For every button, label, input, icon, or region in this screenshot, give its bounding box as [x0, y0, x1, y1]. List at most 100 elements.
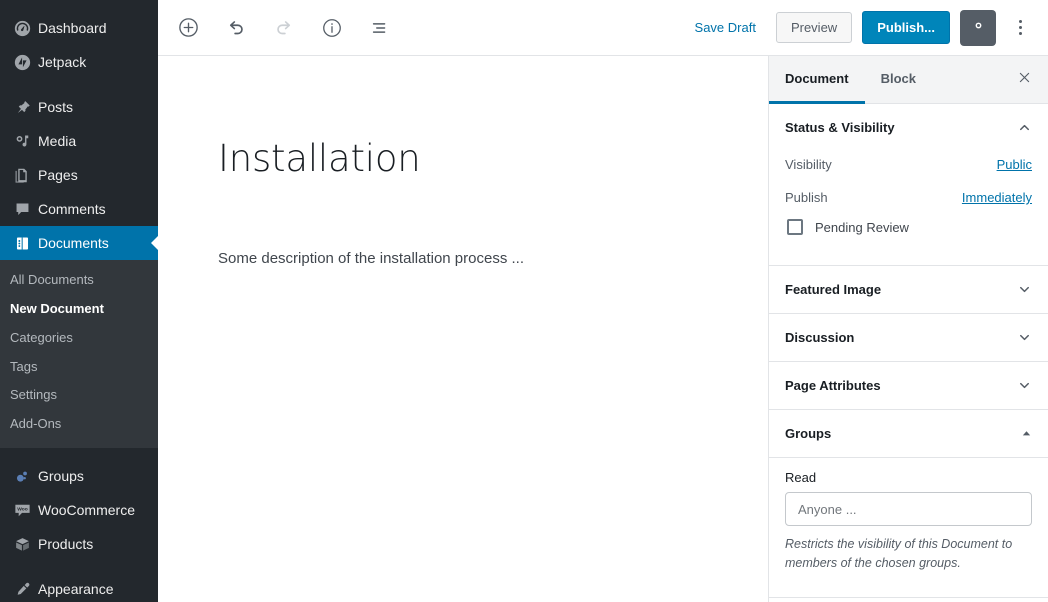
section-groups-header[interactable]: Groups	[769, 410, 1048, 457]
pending-review-checkbox[interactable]	[787, 219, 803, 235]
section-groups-body: Read Restricts the visibility of this Do…	[769, 458, 1048, 590]
sidebar-item-label: Comments	[38, 201, 106, 217]
section-discussion-header[interactable]: Discussion	[769, 314, 1048, 361]
submenu-item-all-documents[interactable]: All Documents	[0, 266, 158, 295]
settings-tabs: Document Block	[769, 56, 1048, 104]
section-status-visibility-body: Visibility Public Publish Immediately Pe…	[769, 151, 1048, 265]
dot	[1018, 32, 1022, 35]
submenu-item-new-document[interactable]: New Document	[0, 295, 158, 324]
sidebar-item-documents[interactable]: Documents	[0, 226, 158, 260]
products-icon	[8, 536, 36, 553]
visibility-row: Visibility Public	[785, 151, 1032, 184]
publish-label: Publish	[785, 190, 828, 205]
sidebar-item-label: Documents	[38, 235, 109, 251]
jetpack-icon	[8, 54, 36, 71]
sidebar-item-pages[interactable]: Pages	[0, 158, 158, 192]
toolbar-right-group: Save Draft Preview Publish...	[685, 9, 1034, 46]
comment-icon	[8, 201, 36, 218]
sidebar-item-label: Media	[38, 133, 77, 149]
sidebar-item-groups[interactable]: Groups	[0, 459, 158, 493]
dot	[1018, 20, 1022, 23]
sidebar-item-appearance[interactable]: Appearance	[0, 572, 158, 602]
chevron-up-icon	[1017, 120, 1032, 135]
sidebar-item-jetpack[interactable]: Jetpack	[0, 45, 158, 79]
redo-button[interactable]	[266, 10, 302, 46]
submenu-item-tags[interactable]: Tags	[0, 353, 158, 382]
appearance-icon	[8, 581, 36, 598]
visibility-label: Visibility	[785, 157, 832, 172]
sidebar-item-comments[interactable]: Comments	[0, 192, 158, 226]
chevron-down-icon	[1017, 282, 1032, 297]
section-title: Featured Image	[785, 282, 882, 297]
editor-workspace: Installation Some description of the ins…	[158, 56, 1048, 602]
editor-canvas[interactable]: Installation Some description of the ins…	[158, 56, 768, 602]
save-draft-button[interactable]: Save Draft	[685, 14, 766, 41]
settings-gear-button[interactable]	[960, 9, 996, 46]
sidebar-item-media[interactable]: Media	[0, 124, 158, 158]
content-info-button[interactable]	[314, 10, 350, 46]
editor-toolbar: Save Draft Preview Publish...	[158, 0, 1048, 56]
pages-icon	[8, 167, 36, 184]
section-title: Status & Visibility	[785, 120, 895, 135]
pin-icon	[8, 99, 36, 116]
sidebar-item-label: WooCommerce	[38, 502, 135, 519]
section-groups: Groups	[769, 410, 1048, 458]
submenu-item-settings[interactable]: Settings	[0, 381, 158, 410]
publish-row: Publish Immediately	[785, 184, 1032, 217]
submenu-item-add-ons[interactable]: Add-Ons	[0, 410, 158, 439]
svg-text:Woo: Woo	[17, 506, 28, 512]
section-status-visibility-header[interactable]: Status & Visibility	[769, 104, 1048, 151]
post-paragraph-block[interactable]: Some description of the installation pro…	[218, 247, 768, 271]
section-page-attributes: Page Attributes	[769, 362, 1048, 410]
chevron-down-icon	[1017, 378, 1032, 393]
wp-admin-screen: Dashboard Jetpack Posts Media Pages Comm…	[0, 0, 1048, 602]
sidebar-item-posts[interactable]: Posts	[0, 90, 158, 124]
sidebar-item-label: Posts	[38, 99, 74, 115]
sidebar-item-products[interactable]: Products	[0, 527, 158, 561]
section-featured-image-header[interactable]: Featured Image	[769, 266, 1048, 313]
section-status-visibility: Status & Visibility Visibility Public Pu…	[769, 104, 1048, 266]
publish-value-button[interactable]: Immediately	[962, 190, 1032, 205]
sidebar-item-label: Appearance	[38, 581, 114, 598]
pending-review-label: Pending Review	[815, 219, 909, 235]
section-featured-image: Featured Image	[769, 266, 1048, 314]
tab-block[interactable]: Block	[865, 56, 932, 104]
documents-submenu: All Documents New Document Categories Ta…	[0, 260, 158, 449]
read-groups-input[interactable]	[785, 492, 1032, 526]
undo-button[interactable]	[218, 10, 254, 46]
admin-sidebar: Dashboard Jetpack Posts Media Pages Comm…	[0, 0, 158, 602]
publish-button[interactable]: Publish...	[862, 10, 950, 45]
read-field-label: Read	[785, 470, 817, 485]
close-settings-button[interactable]	[1000, 56, 1048, 103]
media-icon	[8, 133, 36, 150]
toolbar-left-group	[170, 10, 398, 46]
close-icon	[1017, 70, 1032, 90]
section-title: Page Attributes	[785, 378, 881, 393]
preview-button[interactable]: Preview	[775, 11, 853, 44]
block-navigation-button[interactable]	[362, 10, 398, 46]
chevron-down-icon	[1017, 330, 1032, 345]
post-title[interactable]: Installation	[218, 137, 768, 181]
section-discussion: Discussion	[769, 314, 1048, 362]
section-page-attributes-header[interactable]: Page Attributes	[769, 362, 1048, 409]
sidebar-item-label: Products	[38, 536, 94, 553]
visibility-value-button[interactable]: Public	[997, 157, 1032, 172]
add-block-button[interactable]	[170, 10, 206, 46]
triangle-up-icon	[1021, 428, 1032, 439]
dashboard-icon	[8, 20, 36, 37]
tab-document[interactable]: Document	[769, 56, 865, 104]
section-title: Groups	[785, 426, 832, 441]
dot	[1018, 26, 1022, 29]
sidebar-item-dashboard[interactable]: Dashboard	[0, 11, 158, 45]
pending-review-row: Pending Review	[785, 217, 1032, 249]
documents-icon	[8, 235, 36, 252]
sidebar-item-label: Dashboard	[38, 20, 107, 36]
woocommerce-icon: Woo	[8, 501, 36, 520]
gear-icon	[969, 16, 988, 40]
sidebar-item-label: Jetpack	[38, 54, 87, 70]
settings-sidebar: Document Block Status & Visibility Visib…	[768, 56, 1048, 602]
sidebar-item-woocommerce[interactable]: Woo WooCommerce	[0, 493, 158, 527]
sidebar-item-label: Pages	[38, 167, 78, 183]
more-options-button[interactable]	[1006, 10, 1034, 46]
submenu-item-categories[interactable]: Categories	[0, 324, 158, 353]
